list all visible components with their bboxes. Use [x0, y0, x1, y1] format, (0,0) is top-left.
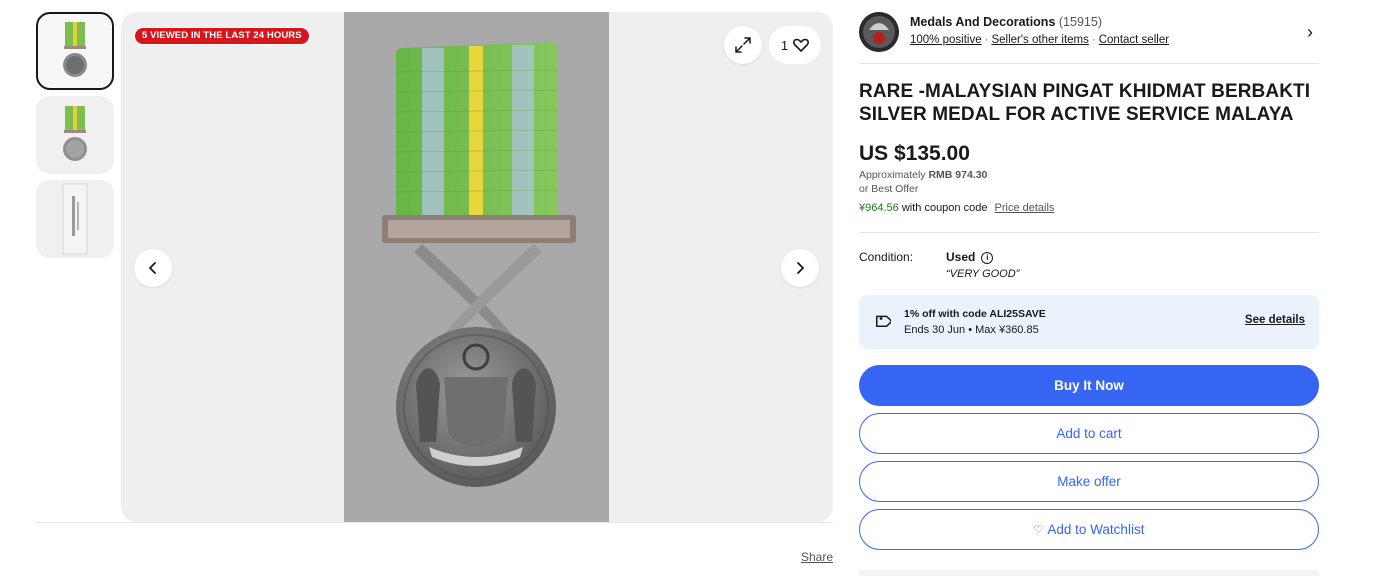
medal-image [382, 42, 576, 487]
seller-positive-link[interactable]: 100% positive [910, 34, 982, 46]
coupon-text: with coupon code [901, 202, 988, 214]
item-price: US $135.00 [859, 142, 970, 165]
gallery-divider [36, 522, 833, 523]
chevron-right-icon[interactable]: › [1307, 22, 1313, 43]
previous-image-button[interactable] [134, 249, 172, 287]
chevron-left-icon [149, 262, 156, 274]
see-details-link[interactable]: See details [1245, 314, 1305, 326]
promo-expiry: Ends 30 Jun • Max ¥360.85 [904, 324, 1039, 336]
medal-back-thumbnail [63, 106, 87, 161]
heart-icon: ♡ [1033, 524, 1044, 536]
condition-note: “VERY GOOD” [946, 268, 1020, 280]
thumbnail-medal-back[interactable] [36, 96, 114, 174]
condition-value-text: Used [946, 250, 976, 264]
separator-dot: · [984, 34, 989, 46]
coupon-tag-icon [876, 315, 891, 327]
buy-it-now-button[interactable]: Buy It Now [859, 365, 1319, 406]
medal-packaging-thumbnail [62, 183, 88, 255]
condition-label: Condition: [859, 250, 914, 264]
condition-value: Used i [946, 250, 994, 264]
coupon-promo-banner: 1% off with code ALI25SAVE Ends 30 Jun •… [859, 295, 1319, 349]
next-image-button[interactable] [781, 249, 819, 287]
thumbnail-strip [36, 12, 116, 264]
add-to-watchlist-button[interactable]: ♡ Add to Watchlist [859, 509, 1319, 550]
thumbnail-medal-front[interactable] [36, 12, 114, 90]
price-details-link[interactable]: Price details [995, 202, 1055, 214]
watch-count-button[interactable]: 1 [769, 26, 821, 64]
expand-icon [735, 37, 751, 53]
chevron-right-icon [797, 262, 804, 274]
seller-feedback-count: (15915) [1058, 15, 1102, 29]
condition-row: Condition: Used i “VERY GOOD” [859, 250, 1319, 284]
separator-dot: · [1091, 34, 1096, 46]
coupon-price-line: ¥964.56 with coupon code Price details [859, 202, 1319, 214]
section-divider [859, 232, 1319, 233]
listing-panel: Medals And Decorations (15915) 100% posi… [859, 12, 1319, 550]
approx-prefix: Approximately [859, 169, 926, 181]
seller-logo-icon [859, 12, 899, 52]
medal-front-thumbnail [63, 22, 87, 77]
seller-avatar[interactable] [859, 12, 899, 52]
next-section-edge [859, 570, 1319, 576]
seller-name-text[interactable]: Medals And Decorations [910, 15, 1055, 29]
viewed-badge: 5 VIEWED IN THE LAST 24 HOURS [134, 27, 310, 45]
main-image-gallery[interactable]: 5 VIEWED IN THE LAST 24 HOURS 1 [121, 12, 833, 522]
coupon-price: ¥964.56 [859, 202, 899, 214]
seller-other-items-link[interactable]: Seller's other items [991, 34, 1088, 46]
info-icon[interactable]: i [981, 252, 994, 264]
make-offer-button[interactable]: Make offer [859, 461, 1319, 502]
watch-count: 1 [780, 37, 789, 53]
heart-icon [793, 38, 810, 52]
contact-seller-link[interactable]: Contact seller [1099, 34, 1169, 46]
approximate-price: Approximately RMB 974.30 [859, 169, 1319, 181]
seller-card[interactable]: Medals And Decorations (15915) 100% posi… [859, 12, 1319, 64]
share-link[interactable]: Share [801, 550, 833, 564]
add-to-cart-button[interactable]: Add to cart [859, 413, 1319, 454]
approx-value: RMB 974.30 [928, 169, 988, 181]
thumbnail-medal-packaging[interactable] [36, 180, 114, 258]
seller-links: 100% positive · Seller's other items · Conta… [910, 34, 1169, 46]
medal-photo [344, 12, 609, 522]
listing-title: RARE -MALAYSIAN PINGAT KHIDMAT BERBAKTI … [859, 81, 1311, 125]
best-offer-label: or Best Offer [859, 183, 919, 195]
expand-button[interactable] [724, 26, 762, 64]
add-to-watchlist-label: Add to Watchlist [1047, 522, 1145, 537]
promo-title: 1% off with code ALI25SAVE [904, 308, 1046, 320]
seller-name[interactable]: Medals And Decorations (15915) [910, 15, 1102, 29]
